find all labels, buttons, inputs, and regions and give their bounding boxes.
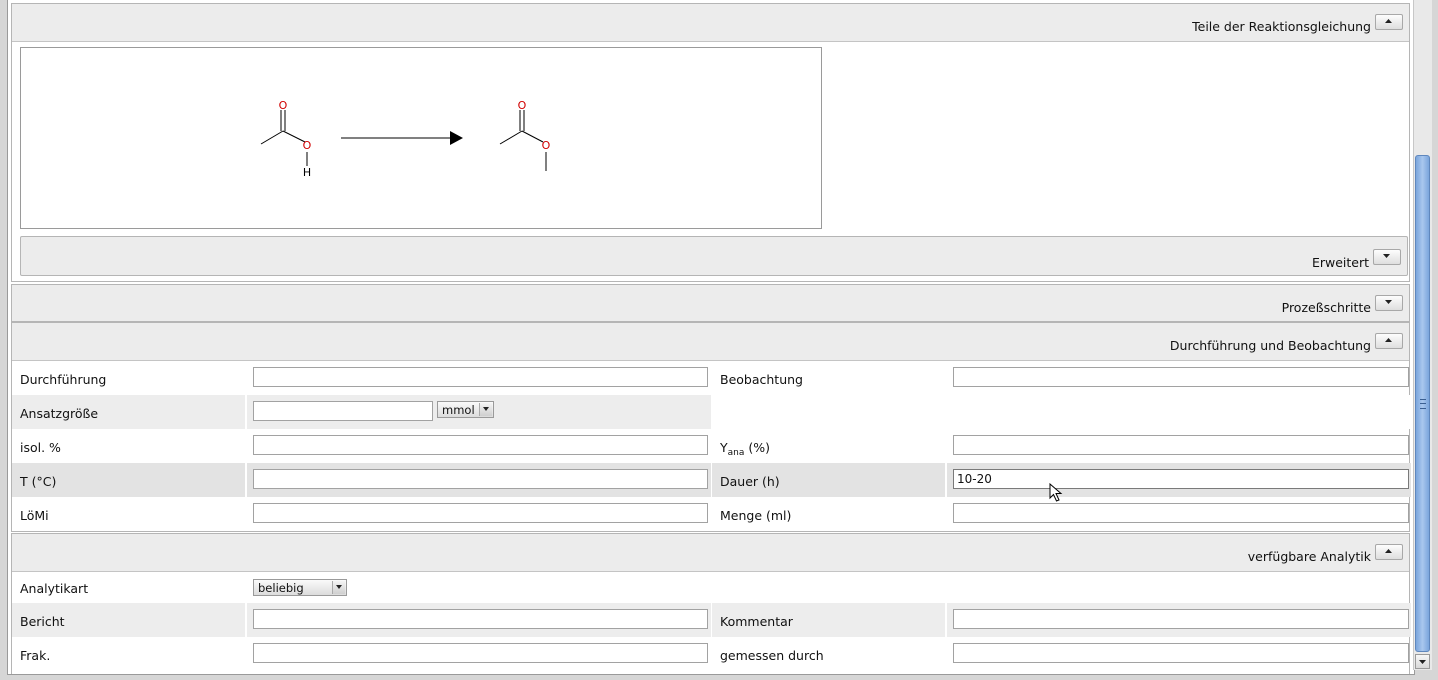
durchfuehrung-panel-header[interactable]: Durchführung und Beobachtung (12, 323, 1409, 361)
chevron-down-icon (1419, 660, 1426, 664)
menge-input[interactable] (953, 503, 1409, 523)
beobachtung-label: Beobachtung (720, 372, 803, 387)
beobachtung-input[interactable] (953, 367, 1409, 387)
bericht-label: Bericht (20, 614, 65, 629)
gemessen-label: gemessen durch (720, 648, 824, 663)
analytikart-value: beliebig (258, 581, 304, 595)
durchfuehrung-panel-title: Durchführung und Beobachtung (1169, 338, 1371, 353)
erweitert-expand-button[interactable] (1373, 249, 1401, 265)
ansatz-label: Ansatzgröße (20, 406, 99, 421)
dauer-input[interactable] (953, 469, 1409, 489)
temp-input[interactable] (253, 469, 708, 489)
reactant-oxygen-carbonyl: O (279, 99, 288, 112)
isol-input[interactable] (253, 435, 708, 455)
yana-label: Yana (%) (720, 440, 770, 458)
form-row-temp: T (°C) Dauer (h) (12, 463, 1411, 497)
chevron-up-icon (1385, 549, 1392, 553)
durchfuehrung-collapse-button[interactable] (1375, 333, 1403, 349)
reactant-hydrogen: H (303, 166, 311, 179)
kommentar-input[interactable] (953, 609, 1409, 629)
form-row-yield: isol. % Yana (%) (12, 429, 1411, 463)
dropdown-arrow-icon (483, 407, 489, 411)
analytik-collapse-button[interactable] (1375, 544, 1403, 560)
chevron-up-icon (1385, 338, 1392, 342)
analytik-panel: verfügbare Analytik Analytikart beliebig… (11, 533, 1411, 674)
main-frame: Teile der Reaktionsgleichung O O H O O E… (7, 0, 1415, 675)
frak-label: Frak. (20, 648, 51, 663)
scrollbar-thumb[interactable] (1415, 155, 1430, 652)
loemi-input[interactable] (253, 503, 708, 523)
reaction-equation-canvas[interactable]: O O H O O (20, 47, 822, 229)
reaction-panel-collapse-button[interactable] (1375, 14, 1403, 30)
chevron-down-icon (1385, 300, 1392, 304)
reaction-panel-title: Teile der Reaktionsgleichung (1192, 19, 1371, 34)
durchfuehrung-label: Durchführung (20, 372, 107, 387)
durchfuehrung-input[interactable] (253, 367, 708, 387)
yana-input[interactable] (953, 435, 1409, 455)
prozess-panel-header[interactable]: Prozeßschritte (12, 285, 1409, 321)
product-oxygen-ester: O (542, 139, 551, 152)
prozess-expand-button[interactable] (1375, 295, 1403, 311)
form-row-durchfuehrung: Durchführung Beobachtung (12, 361, 1411, 395)
form-row-ansatz: Ansatzgröße mmol (12, 395, 1411, 429)
analytik-panel-title: verfügbare Analytik (1247, 549, 1371, 564)
chevron-down-icon (1383, 254, 1390, 258)
reaction-equation-drawing: O O H O O (260, 99, 551, 179)
analytik-panel-header[interactable]: verfügbare Analytik (12, 534, 1409, 572)
dauer-label: Dauer (h) (720, 474, 780, 489)
analytikart-select[interactable]: beliebig (253, 579, 347, 596)
ansatz-unit-value: mmol (442, 403, 475, 417)
prozess-panel: Prozeßschritte (11, 284, 1410, 322)
form-row-loemi: LöMi Menge (ml) (12, 497, 1411, 531)
isol-label: isol. % (20, 440, 61, 455)
durchfuehrung-panel: Durchführung und Beobachtung Durchführun… (11, 322, 1411, 532)
frak-input[interactable] (253, 643, 708, 663)
product-oxygen-carbonyl: O (518, 99, 527, 112)
mouse-pointer-icon (1049, 483, 1063, 502)
reaction-panel-header[interactable]: Teile der Reaktionsgleichung (12, 4, 1409, 42)
menge-label: Menge (ml) (720, 508, 792, 523)
dropdown-arrow-icon (336, 585, 342, 589)
erweitert-panel-title: Erweitert (1311, 255, 1369, 270)
loemi-label: LöMi (20, 508, 49, 523)
ansatz-input[interactable] (253, 401, 433, 421)
form-row-frak: Frak. gemessen durch (12, 637, 1411, 671)
ansatz-unit-select[interactable]: mmol (437, 401, 494, 418)
temp-label: T (°C) (20, 474, 57, 489)
form-row-analytikart: Analytikart beliebig (12, 572, 1411, 602)
prozess-panel-title: Prozeßschritte (1281, 300, 1371, 315)
kommentar-label: Kommentar (720, 614, 793, 629)
vertical-scrollbar[interactable] (1413, 0, 1432, 670)
reactant-oxygen-hydroxyl: O (303, 139, 312, 152)
scroll-down-button[interactable] (1415, 654, 1430, 669)
chevron-up-icon (1385, 19, 1392, 23)
reaction-panel: Teile der Reaktionsgleichung O O H O O E… (11, 3, 1410, 282)
bericht-input[interactable] (253, 609, 708, 629)
reaction-arrow-head (450, 131, 463, 145)
analytikart-label: Analytikart (20, 581, 89, 596)
erweitert-panel[interactable]: Erweitert (20, 236, 1408, 276)
form-row-bericht: Bericht Kommentar (12, 603, 1411, 637)
gemessen-input[interactable] (953, 643, 1409, 663)
grip-icon (1420, 399, 1426, 409)
